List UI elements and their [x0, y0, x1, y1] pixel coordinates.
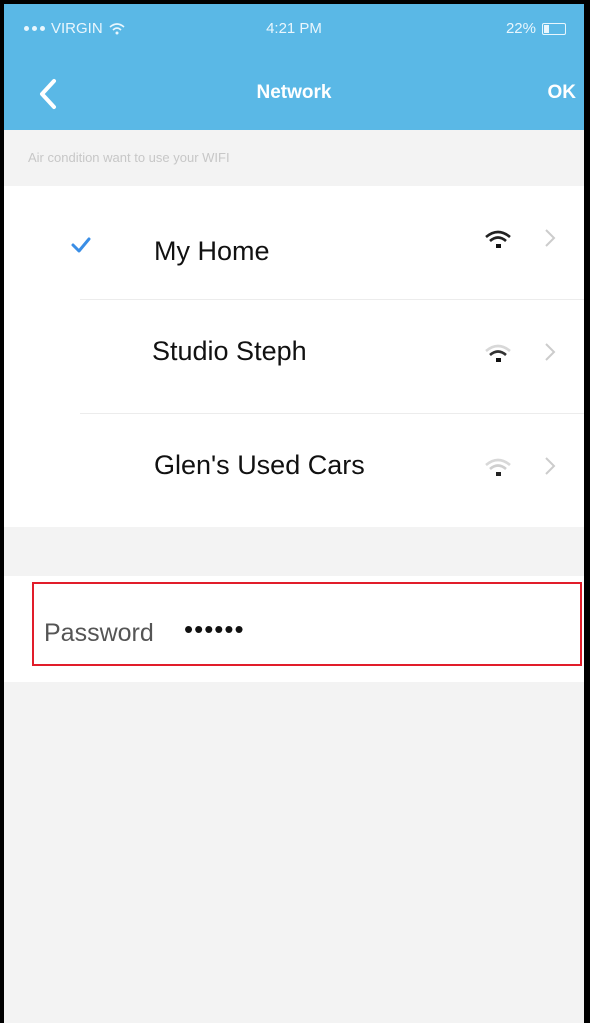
wifi-signal-weak-icon — [485, 458, 511, 476]
checkmark-icon — [71, 237, 91, 253]
network-name: My Home — [154, 236, 270, 266]
ok-button[interactable]: OK — [548, 82, 577, 104]
wifi-signal-medium-icon — [485, 344, 511, 362]
password-label: Password — [44, 619, 154, 647]
wifi-signal-strong-icon — [485, 230, 511, 248]
nav-bar: Network OK — [4, 60, 584, 130]
chevron-right-icon — [545, 229, 556, 247]
status-time: 4:21 PM — [266, 20, 322, 37]
chevron-right-icon — [545, 343, 556, 361]
wifi-permission-hint: Air condition want to use your WIFI — [28, 150, 230, 165]
password-field[interactable]: Password •••••• — [32, 582, 582, 666]
password-value[interactable]: •••••• — [184, 614, 245, 645]
network-item-studio-steph[interactable]: Studio Steph — [4, 300, 584, 413]
chevron-right-icon — [545, 457, 556, 475]
header-area: VIRGIN 4:21 PM 22% Network OK — [4, 4, 584, 130]
network-list: My Home Studio Steph Glen's Used Cars — [4, 186, 584, 527]
network-item-glens-used-cars[interactable]: Glen's Used Cars — [4, 414, 584, 527]
password-card: Password •••••• — [4, 576, 584, 682]
network-item-my-home[interactable]: My Home — [4, 186, 584, 299]
battery-icon — [542, 22, 566, 35]
network-name: Glen's Used Cars — [154, 450, 365, 480]
battery-group: 22% — [506, 20, 566, 37]
battery-percent: 22% — [505, 20, 536, 37]
page-title: Network — [256, 82, 332, 103]
phone-screen: VIRGIN 4:21 PM 22% Network OK Air condit… — [0, 0, 590, 1023]
status-bar: VIRGIN 4:21 PM 22% — [4, 4, 584, 60]
network-name: Studio Steph — [152, 336, 307, 366]
